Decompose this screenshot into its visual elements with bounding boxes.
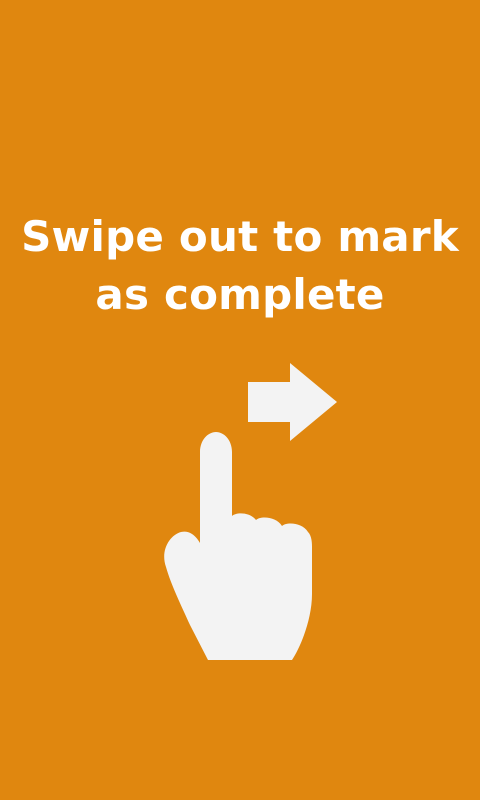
swipe-tutorial-screen[interactable]: Swipe out to mark as complete	[0, 0, 480, 800]
swipe-right-hand-icon	[164, 432, 312, 660]
swipe-gesture-illustration	[164, 363, 337, 660]
arrow-right-icon	[248, 363, 337, 441]
